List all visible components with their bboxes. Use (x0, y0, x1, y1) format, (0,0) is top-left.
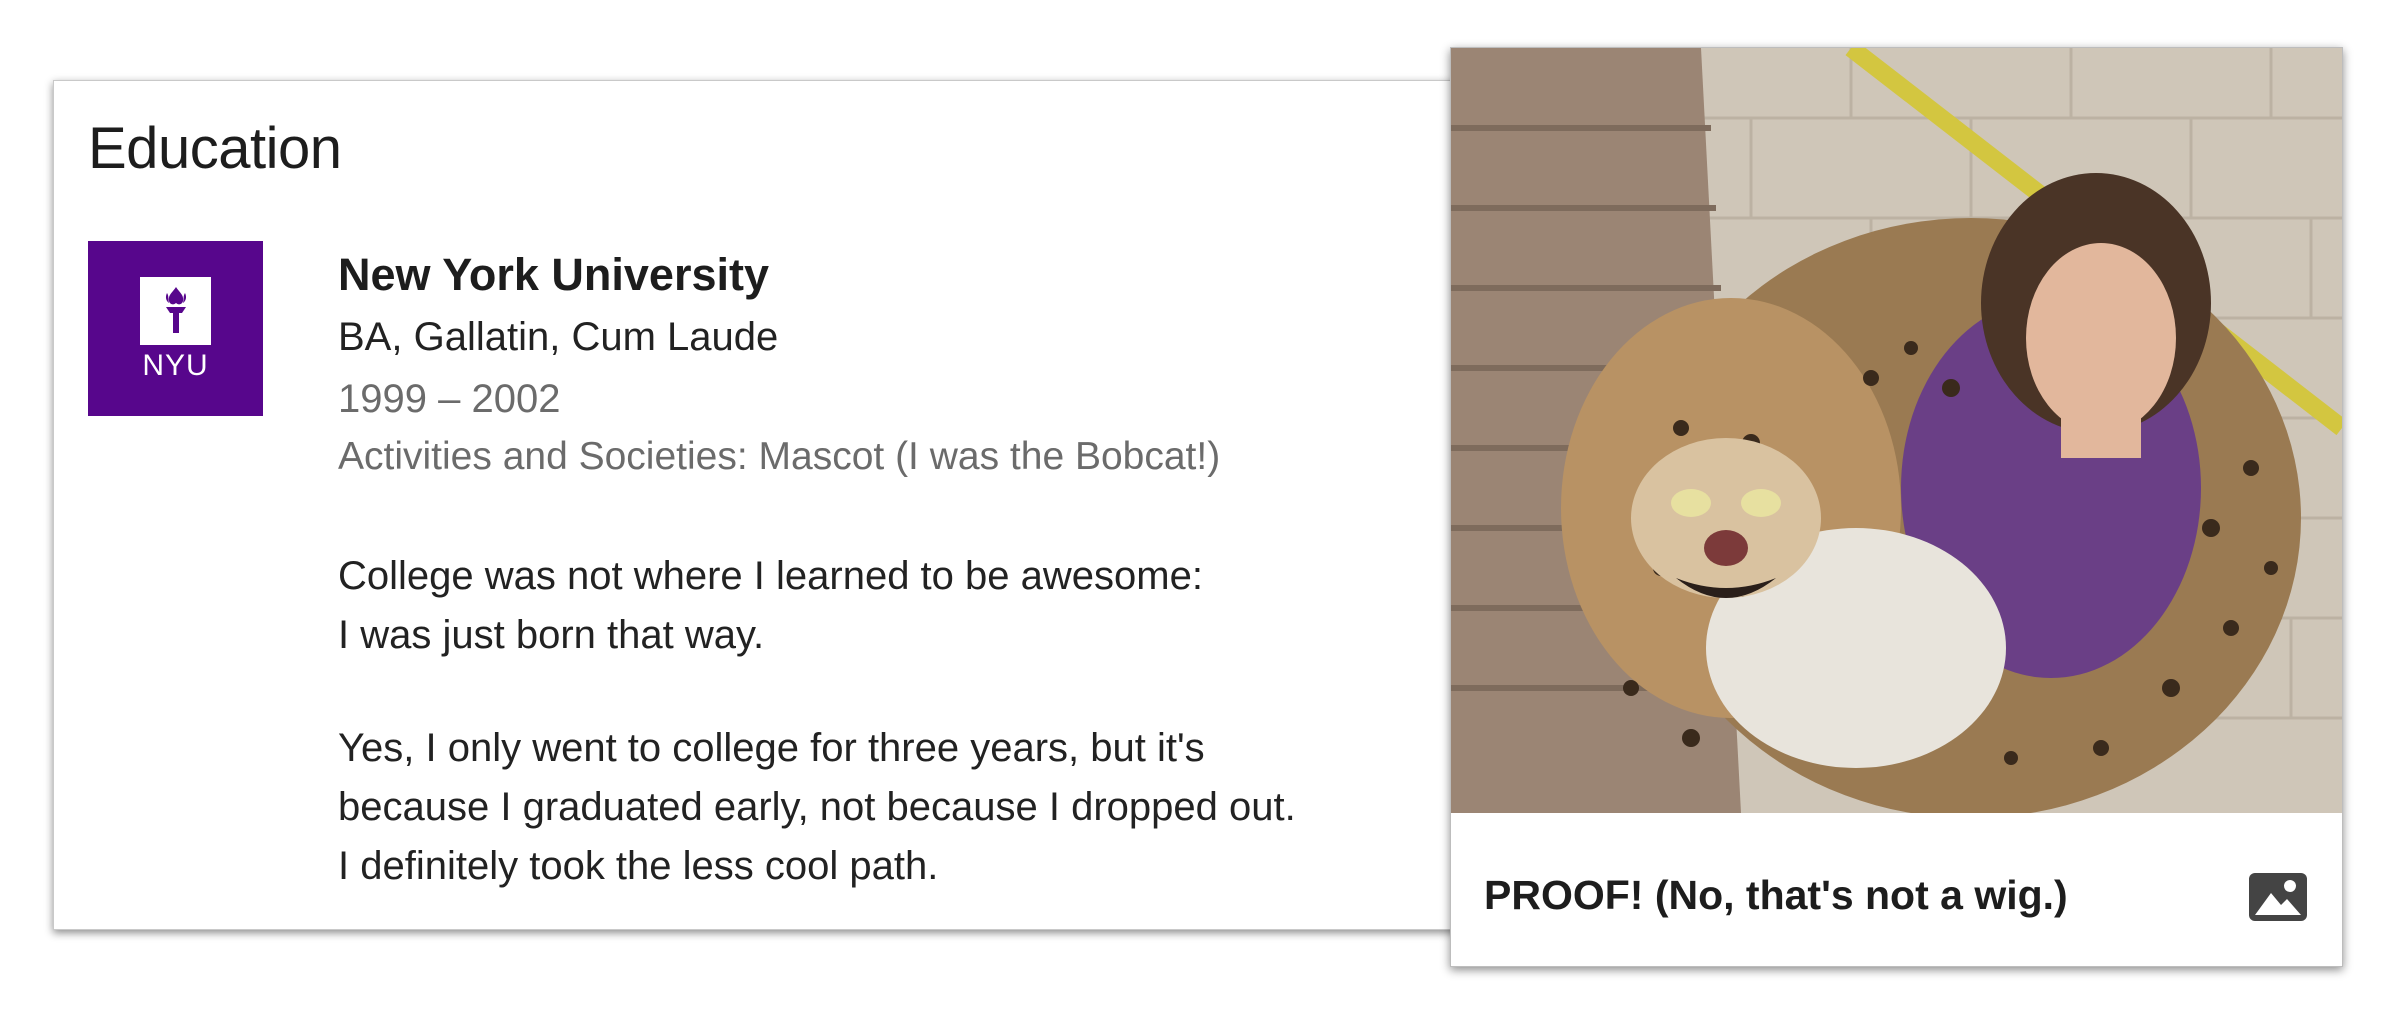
school-name[interactable]: New York University (338, 249, 1448, 315)
description-line: because I graduated early, not because I… (338, 785, 1296, 829)
screenshot-stage: Education NYU New York University BA, Ga… (0, 0, 2393, 1017)
description-paragraph-1: College was not where I learned to be aw… (338, 547, 1448, 665)
photo-card[interactable]: PROOF! (No, that's not a wig.) (1450, 47, 2343, 967)
mascot-photo[interactable] (1451, 48, 2342, 813)
school-logo[interactable]: NYU (88, 241, 263, 416)
caption-bar: PROOF! (No, that's not a wig.) (1451, 813, 2342, 966)
logo-text: NYU (142, 349, 209, 382)
section-title: Education (88, 116, 342, 181)
torch-icon (165, 287, 187, 333)
torch-logo-box (140, 277, 211, 345)
description-line: Yes, I only went to college for three ye… (338, 726, 1205, 770)
description-line: College was not where I learned to be aw… (338, 554, 1203, 598)
image-icon[interactable] (2247, 871, 2309, 923)
education-card: Education NYU New York University BA, Ga… (53, 80, 1463, 930)
description-paragraph-2: Yes, I only went to college for three ye… (338, 719, 1448, 896)
photo-caption: PROOF! (No, that's not a wig.) (1484, 872, 2068, 918)
description-line: I definitely took the less cool path. (338, 844, 939, 888)
dates: 1999 – 2002 (338, 377, 561, 421)
education-entry: New York University BA, Gallatin, Cum La… (338, 249, 1448, 896)
mascot-photo-illustration (1451, 48, 2342, 813)
description-line: I was just born that way. (338, 613, 765, 657)
activities: Activities and Societies: Mascot (I was … (338, 435, 1221, 478)
degree: BA, Gallatin, Cum Laude (338, 315, 779, 359)
